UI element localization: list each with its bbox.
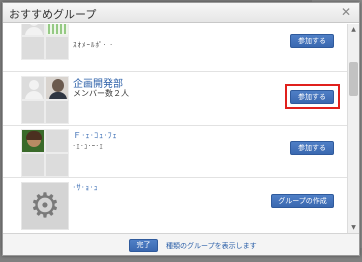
scroll-thumb[interactable] — [349, 62, 358, 96]
group-meta: ·ｪ·ｭ·ｰ·ｪ — [73, 142, 104, 150]
recommended-groups-dialog: おすすめグループ ✕ ｽｵﾒｰﾙﾎﾟ· · 参加する 企画開発部 メンバー数２人… — [2, 2, 360, 256]
member-avatar — [45, 153, 69, 177]
member-avatar — [45, 129, 69, 153]
member-avatar — [21, 24, 45, 36]
group-list: ｽｵﾒｰﾙﾎﾟ· · 参加する 企画開発部 メンバー数２人 参加する Ｆ·ｪ·ｺ… — [3, 24, 347, 233]
group-row: ⚙ ·ｻ·ｮ·ｭ グループの作成 — [3, 178, 347, 233]
join-group-button[interactable]: 参加する — [290, 34, 334, 48]
create-group-button[interactable]: グループの作成 — [271, 194, 334, 208]
scroll-up-icon[interactable]: ▲ — [348, 24, 359, 35]
group-member-count: メンバー数２人 — [73, 89, 129, 98]
done-button[interactable]: 完了 — [129, 239, 158, 252]
group-meta: ｽｵﾒｰﾙﾎﾟ· · — [73, 41, 114, 49]
group-avatar — [21, 76, 69, 124]
member-avatar — [21, 153, 45, 177]
member-avatar — [45, 100, 69, 124]
member-avatar — [21, 129, 45, 153]
dialog-header: おすすめグループ ✕ — [3, 3, 359, 23]
member-avatar — [21, 76, 45, 100]
group-avatar: ⚙ — [21, 182, 69, 230]
group-avatar — [21, 24, 69, 60]
join-group-button[interactable]: 参加する — [290, 141, 334, 155]
group-name-link[interactable]: ·ｻ·ｮ·ｭ — [73, 182, 99, 193]
member-avatar — [45, 76, 69, 100]
group-avatar — [21, 129, 69, 177]
group-row: ｽｵﾒｰﾙﾎﾟ· · 参加する — [3, 24, 347, 72]
member-avatar — [45, 24, 69, 36]
member-avatar — [21, 36, 45, 60]
scrollbar[interactable]: ▲ ▼ — [347, 24, 359, 233]
group-row: Ｆ·ｪ·ｺｭ·ﾌｪ ·ｪ·ｭ·ｰ·ｪ 参加する — [3, 126, 347, 178]
member-avatar — [45, 36, 69, 60]
dialog-footer: 完了 種類のグループを表示します — [3, 233, 359, 255]
scroll-down-icon[interactable]: ▼ — [348, 222, 359, 233]
dialog-title: おすすめグループ — [9, 8, 97, 21]
show-other-groups-link[interactable]: 種類のグループを表示します — [166, 241, 257, 251]
highlight-box — [285, 84, 340, 109]
gear-icon: ⚙ — [21, 182, 69, 230]
member-avatar — [21, 100, 45, 124]
close-icon[interactable]: ✕ — [339, 5, 353, 19]
group-name-link[interactable]: Ｆ·ｪ·ｺｭ·ﾌｪ — [73, 130, 118, 141]
